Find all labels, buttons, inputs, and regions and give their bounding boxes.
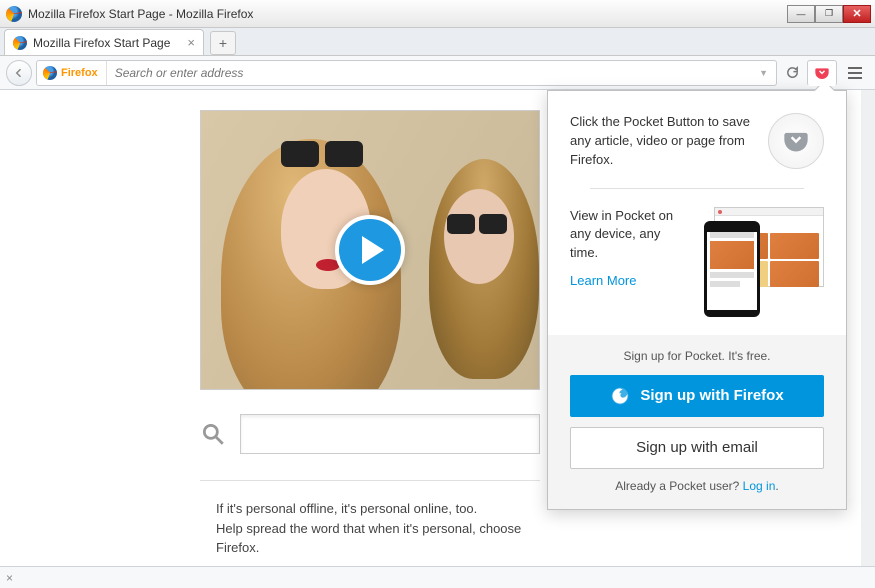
button-label: Sign up with Firefox [640,387,783,404]
pocket-badge-icon [768,113,824,169]
tab-strip: Mozilla Firefox Start Page × + [0,28,875,56]
firefox-icon [610,386,630,406]
pocket-icon [814,65,830,81]
arrow-left-icon [13,67,25,79]
maximize-button[interactable]: ❐ [815,5,843,23]
dropdown-icon[interactable]: ▼ [755,68,772,78]
nav-toolbar: Firefox ▼ [0,56,875,90]
firefox-icon [6,6,22,22]
addon-bar: × [0,566,875,588]
identity-label: Firefox [61,67,98,79]
video-still-person [429,159,540,389]
search-row [200,414,540,454]
close-window-button[interactable]: ✕ [843,5,871,23]
window-title: Mozilla Firefox Start Page - Mozilla Fir… [28,7,787,21]
pocket-intro-text: Click the Pocket Button to save any arti… [570,113,754,170]
close-addon-bar-icon[interactable]: × [6,571,13,585]
promo-video-thumbnail[interactable] [200,110,540,390]
promo-text: If it's personal offline, it's personal … [200,480,540,558]
reload-icon [785,65,800,80]
divider [590,188,804,189]
pocket-toolbar-button[interactable] [807,60,837,86]
search-input[interactable] [240,414,540,454]
url-bar[interactable]: Firefox ▼ [36,60,777,86]
firefox-icon [13,36,27,50]
pocket-view-text: View in Pocket on any device, any time. [570,207,692,264]
already-user-text: Already a Pocket user? Log in. [570,479,824,493]
close-tab-icon[interactable]: × [187,35,195,50]
signup-email-button[interactable]: Sign up with email [570,427,824,469]
search-icon [200,421,226,447]
learn-more-link[interactable]: Learn More [570,273,636,288]
menu-icon [848,72,862,74]
pocket-signup-section: Sign up for Pocket. It's free. Sign up w… [548,335,846,509]
identity-box[interactable]: Firefox [41,61,107,85]
window-titlebar: Mozilla Firefox Start Page - Mozilla Fir… [0,0,875,28]
login-link[interactable]: Log in [743,479,776,493]
hamburger-menu-button[interactable] [841,60,869,86]
play-button[interactable] [335,215,405,285]
minimize-button[interactable]: — [787,5,815,23]
new-tab-button[interactable]: + [210,31,236,55]
pocket-preview-image: My List [704,207,824,317]
signup-firefox-button[interactable]: Sign up with Firefox [570,375,824,417]
address-input[interactable] [107,66,755,80]
reload-button[interactable] [781,62,803,84]
promo-line: If it's personal offline, it's personal … [216,499,524,519]
back-button[interactable] [6,60,32,86]
tab-label: Mozilla Firefox Start Page [33,36,187,50]
signup-free-text: Sign up for Pocket. It's free. [570,349,824,363]
firefox-icon [43,66,57,80]
pocket-signup-popup: Click the Pocket Button to save any arti… [547,90,847,510]
promo-line: Help spread the word that when it's pers… [216,519,524,558]
button-label: Sign up with email [636,439,758,456]
tab-start-page[interactable]: Mozilla Firefox Start Page × [4,29,204,55]
